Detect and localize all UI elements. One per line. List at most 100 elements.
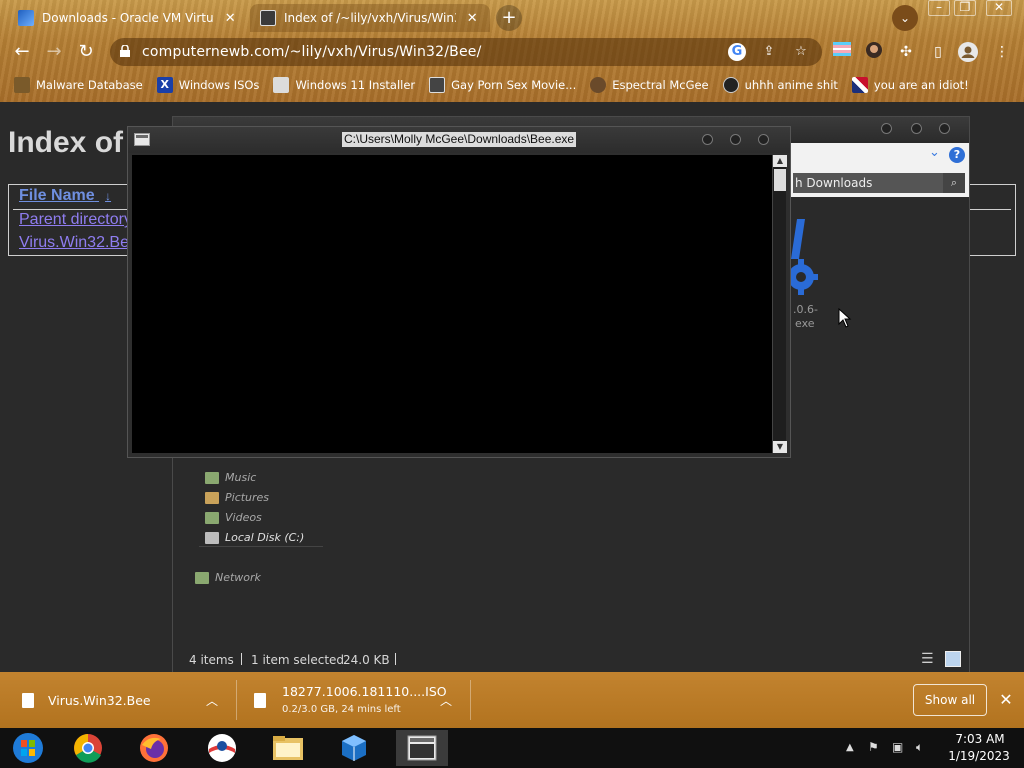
profile-icon[interactable] xyxy=(958,42,978,62)
explorer-minimize-button[interactable] xyxy=(881,123,892,134)
videos-folder-icon xyxy=(205,511,219,524)
download-item-iso[interactable]: 18277.1006.181110....ISO 0.2/3.0 GB, 24 … xyxy=(240,672,468,728)
close-tab-icon[interactable]: ✕ xyxy=(222,11,238,26)
firefox-icon xyxy=(140,734,168,762)
back-button[interactable]: ← xyxy=(10,40,34,64)
extension-flag-icon[interactable] xyxy=(832,42,852,62)
tab-title: Downloads - Oracle VM VirtualBox xyxy=(42,11,214,25)
console-maximize-button[interactable] xyxy=(730,134,741,145)
download-name: Virus.Win32.Bee xyxy=(48,693,151,708)
action-center-flag-icon[interactable]: ⚑ xyxy=(868,740,879,754)
taskbar-app-console[interactable] xyxy=(396,730,448,766)
chevron-down-icon[interactable]: ⌄ xyxy=(929,145,940,160)
bookmark-uhhh-anime-shit[interactable]: uhhh anime shit xyxy=(722,77,838,93)
side-panel-icon[interactable]: ▯ xyxy=(928,42,948,62)
explorer-close-button[interactable] xyxy=(939,123,950,134)
volume-icon[interactable]: 🔈︎ xyxy=(916,740,923,755)
anime-avatar-icon xyxy=(722,77,739,93)
file-ext-label: exe xyxy=(795,317,815,330)
console-scrollbar[interactable]: ▲ ▼ xyxy=(772,155,787,453)
address-bar[interactable]: computernewb.com/~lily/vxh/Virus/Win32/B… xyxy=(110,38,822,66)
console-title: C:\Users\Molly McGee\Downloads\Bee.exe xyxy=(342,132,577,147)
bookmark-malware-database[interactable]: Malware Database xyxy=(14,77,143,93)
bookmark-you-are-an-idiot[interactable]: you are an idiot! xyxy=(851,77,969,93)
tab-index-of-bee[interactable]: Index of /~lily/vxh/Virus/Win32/Bee/ ✕ xyxy=(250,4,490,32)
extensions-puzzle-icon[interactable]: ✣ xyxy=(896,42,916,62)
nav-item-pictures[interactable]: Pictures xyxy=(205,491,269,504)
details-view-icon[interactable]: ☰ xyxy=(921,651,934,667)
taskbar-app-file-explorer[interactable] xyxy=(262,730,314,766)
nav-item-local-disk[interactable]: Local Disk (C:) xyxy=(205,531,304,544)
network-icon xyxy=(195,571,209,584)
bookmark-espectral-mcgee[interactable]: Espectral McGee xyxy=(590,77,709,93)
bookmark-windows-11-installer[interactable]: Windows 11 Installer xyxy=(273,77,415,93)
file-name-label: .0.6- xyxy=(793,303,818,316)
taskbar-app-chrome[interactable] xyxy=(62,730,114,766)
virtualbox-cube-icon xyxy=(342,735,366,761)
download-progress-text: 0.2/3.0 GB, 24 mins left xyxy=(282,704,401,715)
minimize-button[interactable]: – xyxy=(928,0,950,16)
malware-database-icon xyxy=(14,77,30,93)
download-shelf: Virus.Win32.Bee ︿ 18277.1006.181110....I… xyxy=(0,672,1024,728)
explorer-maximize-button[interactable] xyxy=(911,123,922,134)
bookmarks-bar: Malware Database X Windows ISOs Windows … xyxy=(0,72,1024,98)
chevron-up-icon[interactable]: ︿ xyxy=(206,692,218,709)
scroll-up-icon[interactable]: ▲ xyxy=(773,155,787,167)
bookmark-star-icon[interactable]: ☆ xyxy=(792,43,810,61)
close-shelf-icon[interactable]: ✕ xyxy=(998,690,1014,709)
uk-flag-icon xyxy=(851,77,868,93)
character-avatar-icon xyxy=(590,77,607,93)
music-folder-icon xyxy=(205,471,219,484)
file-icon xyxy=(254,693,266,708)
column-header-file-name[interactable]: File Name ↓ xyxy=(19,187,111,205)
download-name: 18277.1006.181110....ISO xyxy=(282,684,447,699)
new-tab-button[interactable]: + xyxy=(496,5,522,31)
status-separator xyxy=(241,653,242,665)
network-tray-icon[interactable]: ▣ xyxy=(892,740,903,754)
chevron-up-icon[interactable]: ︿ xyxy=(440,692,452,709)
search-icon[interactable]: ⌕ xyxy=(943,173,965,193)
taskbar-app-logo[interactable] xyxy=(196,730,248,766)
tab-virtualbox-downloads[interactable]: Downloads - Oracle VM VirtualBox ✕ xyxy=(8,4,248,32)
taskbar-app-orb[interactable] xyxy=(2,730,54,766)
bookmark-windows-isos[interactable]: X Windows ISOs xyxy=(156,77,259,93)
console-window-icon xyxy=(407,735,437,761)
parent-directory-link[interactable]: Parent directory xyxy=(19,211,132,229)
menu-kebab-icon[interactable]: ⋮ xyxy=(992,42,1012,62)
taskbar-app-virtualbox[interactable] xyxy=(328,730,380,766)
google-lens-icon[interactable]: G xyxy=(728,43,746,61)
clock-time[interactable]: 7:03 AM xyxy=(950,732,1010,746)
close-window-button[interactable]: ✕ xyxy=(986,0,1012,16)
close-tab-icon[interactable]: ✕ xyxy=(464,11,480,26)
show-all-button[interactable]: Show all xyxy=(913,684,987,716)
console-titlebar: C:\Users\Molly McGee\Downloads\Bee.exe xyxy=(128,127,790,153)
tab-search-button[interactable]: ⌄ xyxy=(892,5,918,31)
taskbar-app-firefox[interactable] xyxy=(128,730,180,766)
scroll-thumb[interactable] xyxy=(774,169,786,191)
show-hidden-icons-icon[interactable]: ▲ xyxy=(846,742,854,753)
download-item-virus-win32-bee[interactable]: Virus.Win32.Bee ︿ xyxy=(0,672,232,728)
extension-avatar-icon[interactable] xyxy=(864,42,884,62)
nav-item-videos[interactable]: Videos xyxy=(205,511,262,524)
forward-button[interactable]: → xyxy=(42,40,66,64)
nav-item-network[interactable]: Network xyxy=(195,571,261,584)
clock-date[interactable]: 1/19/2023 xyxy=(944,749,1014,763)
maximize-button[interactable]: ❐ xyxy=(954,0,976,16)
console-close-button[interactable] xyxy=(758,134,769,145)
reload-button[interactable]: ↻ xyxy=(74,40,98,64)
start-orb-icon xyxy=(13,733,43,763)
nav-item-music[interactable]: Music xyxy=(205,471,256,484)
bookmark-gay-porn-sex-movie[interactable]: Gay Porn Sex Movie... xyxy=(429,77,576,93)
console-output-area[interactable] xyxy=(132,155,772,453)
scroll-down-icon[interactable]: ▼ xyxy=(773,441,787,453)
help-icon[interactable]: ? xyxy=(949,147,965,163)
sort-arrow-icon: ↓ xyxy=(105,189,112,203)
selection-size: 24.0 KB xyxy=(343,653,390,667)
virtualbox-icon xyxy=(18,10,34,26)
search-input[interactable]: h Downloads xyxy=(793,173,943,193)
hard-drive-icon xyxy=(205,531,219,544)
console-minimize-button[interactable] xyxy=(702,134,713,145)
file-link-virus-win32-bee[interactable]: Virus.Win32.Bee xyxy=(19,234,138,252)
thumbnail-view-icon[interactable] xyxy=(945,651,961,667)
share-icon[interactable]: ⇪ xyxy=(760,43,778,61)
